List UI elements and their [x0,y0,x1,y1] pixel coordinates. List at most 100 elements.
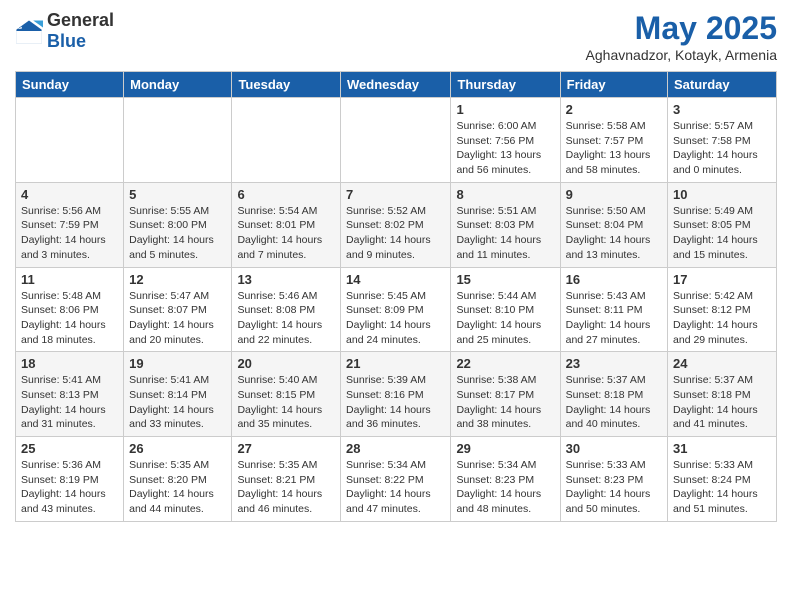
day-info: Sunrise: 5:52 AM Sunset: 8:02 PM Dayligh… [346,204,445,263]
calendar-cell: 13 Sunrise: 5:46 AM Sunset: 8:08 PM Dayli… [232,267,341,352]
day-info: Sunrise: 5:33 AM Sunset: 8:24 PM Dayligh… [673,458,771,517]
day-info: Sunrise: 5:48 AM Sunset: 8:06 PM Dayligh… [21,289,118,348]
logo-blue-text: Blue [47,31,114,52]
calendar-week-1: 1Sunrise: 6:00 AM Sunset: 7:56 PM Daylig… [16,98,777,183]
calendar-cell: 31 Sunrise: 5:33 AM Sunset: 8:24 PM Dayli… [668,437,777,522]
calendar-cell [124,98,232,183]
calendar-cell: 14 Sunrise: 5:45 AM Sunset: 8:09 PM Dayli… [341,267,451,352]
day-number: 9 [566,187,662,202]
logo-text: General Blue [47,10,114,52]
day-info: Sunrise: 5:43 AM Sunset: 8:11 PM Dayligh… [566,289,662,348]
day-info: Sunrise: 5:46 AM Sunset: 8:08 PM Dayligh… [237,289,335,348]
day-info: Sunrise: 5:55 AM Sunset: 8:00 PM Dayligh… [129,204,226,263]
calendar-cell: 6 Sunrise: 5:54 AM Sunset: 8:01 PM Daylig… [232,182,341,267]
day-number: 26 [129,441,226,456]
calendar-cell: 12Sunrise: 5:47 AM Sunset: 8:07 PM Dayli… [124,267,232,352]
calendar-header-wednesday: Wednesday [341,72,451,98]
calendar-cell: 1Sunrise: 6:00 AM Sunset: 7:56 PM Daylig… [451,98,560,183]
subtitle: Aghavnadzor, Kotayk, Armenia [586,47,777,63]
day-info: Sunrise: 5:35 AM Sunset: 8:20 PM Dayligh… [129,458,226,517]
day-number: 14 [346,272,445,287]
calendar-header-row: SundayMondayTuesdayWednesdayThursdayFrid… [16,72,777,98]
title-section: May 2025 Aghavnadzor, Kotayk, Armenia [586,10,777,63]
day-info: Sunrise: 5:44 AM Sunset: 8:10 PM Dayligh… [456,289,554,348]
day-info: Sunrise: 5:39 AM Sunset: 8:16 PM Dayligh… [346,373,445,432]
day-info: Sunrise: 5:49 AM Sunset: 8:05 PM Dayligh… [673,204,771,263]
calendar-cell: 16 Sunrise: 5:43 AM Sunset: 8:11 PM Dayli… [560,267,667,352]
calendar-week-3: 11 Sunrise: 5:48 AM Sunset: 8:06 PM Dayli… [16,267,777,352]
calendar-cell: 10Sunrise: 5:49 AM Sunset: 8:05 PM Dayli… [668,182,777,267]
day-info: Sunrise: 5:38 AM Sunset: 8:17 PM Dayligh… [456,373,554,432]
day-info: Sunrise: 5:41 AM Sunset: 8:14 PM Dayligh… [129,373,226,432]
calendar-cell: 29Sunrise: 5:34 AM Sunset: 8:23 PM Dayli… [451,437,560,522]
calendar-header-thursday: Thursday [451,72,560,98]
day-info: Sunrise: 5:37 AM Sunset: 8:18 PM Dayligh… [673,373,771,432]
header: G General Blue May 2025 Aghavnadzor, Kot… [15,10,777,63]
calendar-cell: 21 Sunrise: 5:39 AM Sunset: 8:16 PM Dayli… [341,352,451,437]
day-number: 31 [673,441,771,456]
calendar-cell: 15 Sunrise: 5:44 AM Sunset: 8:10 PM Dayli… [451,267,560,352]
day-info: Sunrise: 5:34 AM Sunset: 8:22 PM Dayligh… [346,458,445,517]
day-number: 17 [673,272,771,287]
day-number: 4 [21,187,118,202]
day-info: Sunrise: 5:57 AM Sunset: 7:58 PM Dayligh… [673,119,771,178]
day-number: 16 [566,272,662,287]
day-info: Sunrise: 5:56 AM Sunset: 7:59 PM Dayligh… [21,204,118,263]
day-number: 24 [673,356,771,371]
day-info: Sunrise: 5:41 AM Sunset: 8:13 PM Dayligh… [21,373,118,432]
calendar-cell [341,98,451,183]
calendar-week-5: 25Sunrise: 5:36 AM Sunset: 8:19 PM Dayli… [16,437,777,522]
calendar-cell: 3Sunrise: 5:57 AM Sunset: 7:58 PM Daylig… [668,98,777,183]
day-number: 20 [237,356,335,371]
day-info: Sunrise: 6:00 AM Sunset: 7:56 PM Dayligh… [456,119,554,178]
day-number: 15 [456,272,554,287]
day-number: 13 [237,272,335,287]
calendar-cell: 27Sunrise: 5:35 AM Sunset: 8:21 PM Dayli… [232,437,341,522]
day-number: 8 [456,187,554,202]
calendar-cell: 23 Sunrise: 5:37 AM Sunset: 8:18 PM Dayli… [560,352,667,437]
calendar-header-saturday: Saturday [668,72,777,98]
calendar-cell: 25Sunrise: 5:36 AM Sunset: 8:19 PM Dayli… [16,437,124,522]
page: G General Blue May 2025 Aghavnadzor, Kot… [0,0,792,532]
day-number: 21 [346,356,445,371]
day-number: 22 [456,356,554,371]
calendar-cell: 22 Sunrise: 5:38 AM Sunset: 8:17 PM Dayli… [451,352,560,437]
calendar-cell: 24 Sunrise: 5:37 AM Sunset: 8:18 PM Dayli… [668,352,777,437]
calendar-cell: 8Sunrise: 5:51 AM Sunset: 8:03 PM Daylig… [451,182,560,267]
day-info: Sunrise: 5:34 AM Sunset: 8:23 PM Dayligh… [456,458,554,517]
calendar-cell: 26 Sunrise: 5:35 AM Sunset: 8:20 PM Dayli… [124,437,232,522]
day-info: Sunrise: 5:40 AM Sunset: 8:15 PM Dayligh… [237,373,335,432]
calendar-cell: 19 Sunrise: 5:41 AM Sunset: 8:14 PM Dayli… [124,352,232,437]
day-info: Sunrise: 5:37 AM Sunset: 8:18 PM Dayligh… [566,373,662,432]
calendar-week-4: 18 Sunrise: 5:41 AM Sunset: 8:13 PM Dayli… [16,352,777,437]
logo-general-text: General [47,10,114,31]
day-info: Sunrise: 5:47 AM Sunset: 8:07 PM Dayligh… [129,289,226,348]
calendar-header-tuesday: Tuesday [232,72,341,98]
calendar-cell: 17 Sunrise: 5:42 AM Sunset: 8:12 PM Dayli… [668,267,777,352]
calendar-cell [232,98,341,183]
day-info: Sunrise: 5:33 AM Sunset: 8:23 PM Dayligh… [566,458,662,517]
day-number: 6 [237,187,335,202]
day-info: Sunrise: 5:58 AM Sunset: 7:57 PM Dayligh… [566,119,662,178]
day-number: 2 [566,102,662,117]
calendar-cell: 30Sunrise: 5:33 AM Sunset: 8:23 PM Dayli… [560,437,667,522]
calendar-cell: 2 Sunrise: 5:58 AM Sunset: 7:57 PM Daylig… [560,98,667,183]
day-number: 11 [21,272,118,287]
calendar-cell: 7Sunrise: 5:52 AM Sunset: 8:02 PM Daylig… [341,182,451,267]
day-info: Sunrise: 5:36 AM Sunset: 8:19 PM Dayligh… [21,458,118,517]
calendar-cell: 9Sunrise: 5:50 AM Sunset: 8:04 PM Daylig… [560,182,667,267]
calendar-table: SundayMondayTuesdayWednesdayThursdayFrid… [15,71,777,522]
day-info: Sunrise: 5:45 AM Sunset: 8:09 PM Dayligh… [346,289,445,348]
calendar-cell: 20 Sunrise: 5:40 AM Sunset: 8:15 PM Dayli… [232,352,341,437]
day-number: 23 [566,356,662,371]
day-number: 19 [129,356,226,371]
day-info: Sunrise: 5:54 AM Sunset: 8:01 PM Dayligh… [237,204,335,263]
calendar-header-monday: Monday [124,72,232,98]
calendar-cell: 28 Sunrise: 5:34 AM Sunset: 8:22 PM Dayli… [341,437,451,522]
day-info: Sunrise: 5:42 AM Sunset: 8:12 PM Dayligh… [673,289,771,348]
logo: G General Blue [15,10,114,52]
day-number: 18 [21,356,118,371]
svg-text:G: G [18,25,22,31]
calendar-header-sunday: Sunday [16,72,124,98]
day-number: 28 [346,441,445,456]
